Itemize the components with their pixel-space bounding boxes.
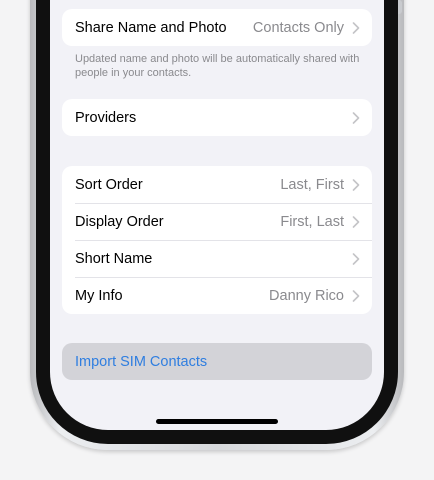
home-indicator — [156, 419, 278, 424]
short-name-label: Short Name — [75, 250, 153, 267]
chevron-right-icon — [352, 111, 360, 124]
short-name-row[interactable]: Short Name — [62, 240, 372, 277]
chevron-right-icon — [352, 21, 360, 34]
providers-group: Providers — [62, 99, 372, 136]
display-order-label: Display Order — [75, 213, 164, 230]
display-order-value: First, Last — [280, 213, 344, 230]
contacts-display-group: Sort Order Last, First Display Order Fir… — [62, 166, 372, 314]
my-info-label: My Info — [75, 287, 123, 304]
import-sim-contacts-button[interactable]: Import SIM Contacts — [62, 343, 372, 380]
share-name-group: Share Name and Photo Contacts Only — [62, 9, 372, 46]
chevron-right-icon — [352, 252, 360, 265]
share-name-and-photo-row[interactable]: Share Name and Photo Contacts Only — [62, 9, 372, 46]
share-name-footnote: Updated name and photo will be automatic… — [75, 53, 360, 79]
chevron-right-icon — [352, 289, 360, 302]
chevron-right-icon — [352, 178, 360, 191]
providers-label: Providers — [75, 109, 137, 126]
page-background: Share Name and Photo Contacts Only Updat… — [0, 0, 434, 480]
phone-screen: Share Name and Photo Contacts Only Updat… — [50, 0, 384, 430]
my-info-value: Danny Rico — [269, 287, 344, 304]
chevron-right-icon — [352, 215, 360, 228]
sort-order-row[interactable]: Sort Order Last, First — [62, 166, 372, 203]
sort-order-value: Last, First — [280, 176, 344, 193]
my-info-row[interactable]: My Info Danny Rico — [62, 277, 372, 314]
display-order-row[interactable]: Display Order First, Last — [62, 203, 372, 240]
import-sim-contacts-label: Import SIM Contacts — [75, 353, 208, 370]
share-name-label: Share Name and Photo — [75, 19, 227, 36]
sort-order-label: Sort Order — [75, 176, 143, 193]
providers-row[interactable]: Providers — [62, 99, 372, 136]
share-name-value: Contacts Only — [252, 19, 344, 36]
